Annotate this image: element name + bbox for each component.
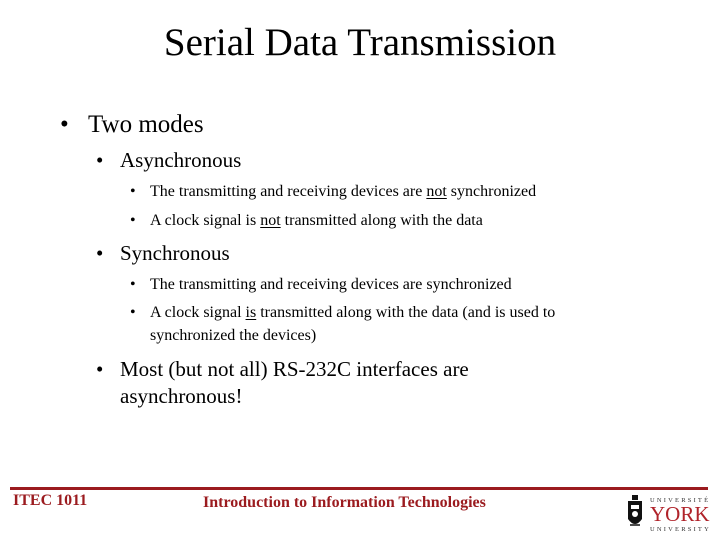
footer-divider <box>10 487 708 490</box>
text: transmitted along with the data <box>280 212 483 229</box>
bullet-dot: • <box>130 276 136 293</box>
bullet-asynchronous: Asynchronous <box>120 148 242 172</box>
sync-item-1: The transmitting and receiving devices a… <box>150 276 512 293</box>
text: The transmitting and receiving devices a… <box>150 183 427 200</box>
bullet-dot: • <box>60 111 69 138</box>
note-line-2: asynchronous! <box>120 384 243 408</box>
bullet-dot: • <box>96 241 104 265</box>
text: A clock signal is <box>150 212 261 229</box>
york-crest-icon <box>628 495 642 526</box>
logo-bottom-text: UNIVERSITY <box>650 526 710 533</box>
sync-item-2: A clock signal is transmitted along with… <box>150 303 555 323</box>
footer-course-code: ITEC 1011 <box>13 492 88 509</box>
bullet-dot: • <box>130 304 136 321</box>
text: A clock signal <box>150 304 246 321</box>
text: synchronized <box>446 183 537 200</box>
note-line-1: Most (but not all) RS-232C interfaces ar… <box>120 357 469 381</box>
sync-item-2-continued: synchronized the devices) <box>150 327 317 344</box>
slide-title: Serial Data Transmission <box>163 21 557 64</box>
bullet-dot: • <box>130 183 136 200</box>
emphasis-text: not <box>260 212 281 229</box>
async-item-2: A clock signal is not transmitted along … <box>150 211 483 231</box>
bullet-dot: • <box>130 212 136 229</box>
logo-name-text: YORK <box>650 502 710 526</box>
async-item-1: The transmitting and receiving devices a… <box>150 182 536 202</box>
emphasis-text: is <box>245 304 257 321</box>
york-university-logo: UNIVERSITÉ YORK UNIVERSITY <box>628 495 710 533</box>
bullet-two-modes: Two modes <box>88 111 204 138</box>
bullet-synchronous: Synchronous <box>120 241 230 265</box>
bullet-dot: • <box>96 148 104 172</box>
text: transmitted along with the data (and is … <box>256 304 556 321</box>
emphasis-text: not <box>426 183 447 200</box>
bullet-dot: • <box>96 357 104 381</box>
footer-course-title: Introduction to Information Technologies <box>203 494 486 511</box>
